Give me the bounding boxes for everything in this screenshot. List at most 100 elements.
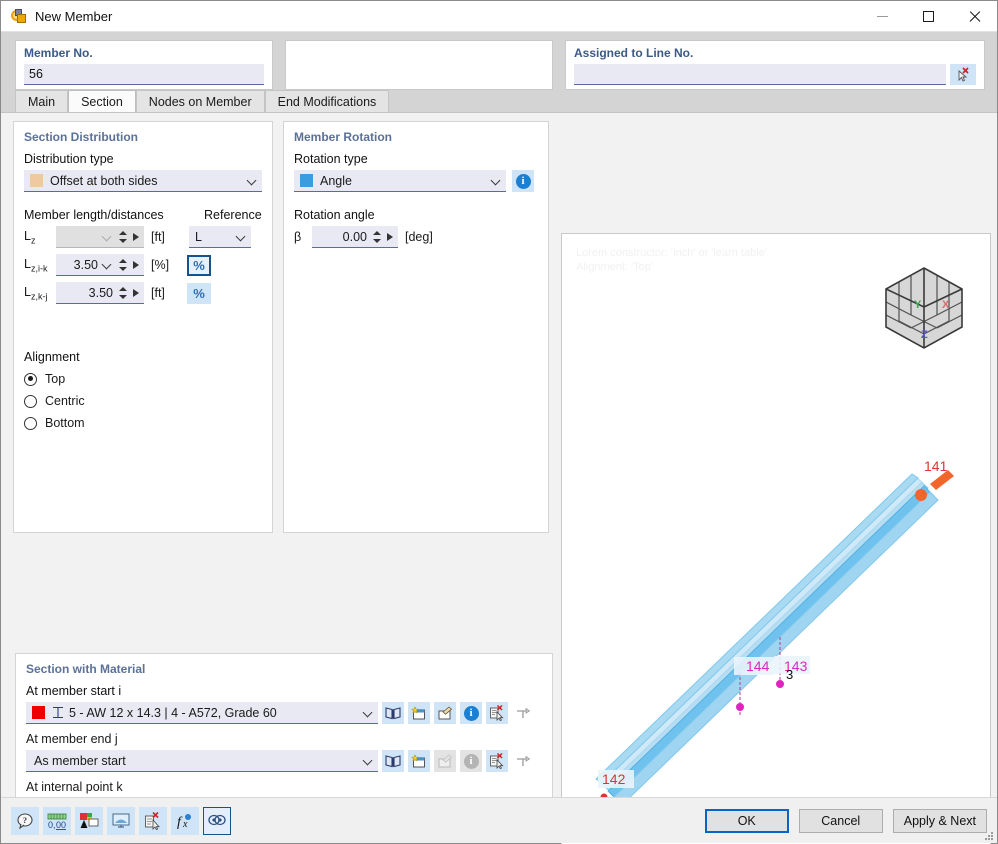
- length-row-lz-input[interactable]: [56, 226, 144, 248]
- help-icon: ?: [16, 812, 34, 830]
- new-section-button-end[interactable]: [408, 750, 430, 772]
- footer-tools: ? 0, 00: [11, 807, 231, 835]
- view-button[interactable]: [107, 807, 135, 835]
- new-member-dialog: New Member Member No. Assigned to Line N…: [0, 0, 998, 844]
- play-icon[interactable]: [130, 228, 142, 246]
- resize-grip[interactable]: [984, 831, 994, 841]
- pick-section-icon: [489, 753, 505, 769]
- close-icon: [968, 10, 981, 23]
- help-button[interactable]: ?: [11, 807, 39, 835]
- length-row-lz-unit: [ft]: [151, 230, 187, 244]
- member-start-combo[interactable]: 5 - AW 12 x 14.3 | 4 - A572, Grade 60: [26, 702, 378, 724]
- member-end-row: As member start: [26, 750, 542, 772]
- section-tool-button-end[interactable]: [512, 750, 534, 772]
- 3d-viewport[interactable]: Lorem constructor: ‘inch’ or 'learn tabl…: [561, 233, 991, 844]
- section-library-button-end[interactable]: [382, 750, 404, 772]
- length-row-lzik-input[interactable]: 3.50: [56, 254, 144, 276]
- close-button[interactable]: [951, 1, 997, 32]
- tab-nodes-on-member[interactable]: Nodes on Member: [136, 90, 265, 112]
- section-tool-icon: [515, 706, 531, 720]
- tab-section[interactable]: Section: [68, 90, 136, 112]
- cancel-button[interactable]: Cancel: [799, 809, 883, 833]
- length-row-lzkj-label: Lz,k-j: [24, 285, 56, 302]
- spinner-icon[interactable]: [116, 284, 129, 302]
- pick-line-button[interactable]: [950, 64, 976, 85]
- section-info-button-end[interactable]: i: [460, 750, 482, 772]
- maximize-icon: [923, 11, 934, 22]
- spinner-icon[interactable]: [116, 256, 129, 274]
- reference-combo[interactable]: L: [189, 226, 251, 248]
- edit-section-icon: [437, 706, 453, 721]
- assigned-line-input[interactable]: [574, 64, 946, 85]
- section-distribution-title: Section Distribution: [24, 130, 262, 144]
- apply-next-button[interactable]: Apply & Next: [893, 809, 987, 833]
- spinner-icon[interactable]: [116, 228, 129, 246]
- length-row-lzkj-value: 3.50: [61, 286, 113, 300]
- distribution-type-combo[interactable]: Offset at both sides: [24, 170, 262, 192]
- library-icon: [385, 754, 401, 768]
- member-no-input[interactable]: [24, 64, 264, 85]
- member-beam: [596, 474, 938, 805]
- rotation-angle-value: 0.00: [317, 230, 367, 244]
- window-controls: [859, 1, 997, 32]
- info-icon: i: [516, 174, 531, 189]
- rotation-type-combo[interactable]: Angle: [294, 170, 506, 192]
- member-end-value: As member start: [32, 754, 359, 768]
- distribution-type-color-swatch: [30, 174, 43, 187]
- info-icon: i: [464, 706, 479, 721]
- section-library-button-start[interactable]: [382, 702, 404, 724]
- pick-section-button-end[interactable]: [486, 750, 508, 772]
- percent-toggle-lzik[interactable]: %: [187, 255, 211, 276]
- member-start-label: At member start i: [26, 684, 542, 698]
- tab-bar: Main Section Nodes on Member End Modific…: [1, 90, 997, 112]
- play-icon[interactable]: [130, 284, 142, 302]
- edit-section-button-end[interactable]: [434, 750, 456, 772]
- section-tool-button-start[interactable]: [512, 702, 534, 724]
- new-section-icon: [411, 706, 427, 721]
- view-icon: [111, 812, 131, 830]
- member-end-combo[interactable]: As member start: [26, 750, 378, 772]
- distribution-type-label: Distribution type: [24, 152, 262, 166]
- rotation-angle-input[interactable]: 0.00: [312, 226, 398, 248]
- tab-main[interactable]: Main: [15, 90, 68, 112]
- maximize-button[interactable]: [905, 1, 951, 32]
- pick-section-button-start[interactable]: [486, 702, 508, 724]
- length-row-lzkj-input[interactable]: 3.50: [56, 282, 144, 304]
- alignment-option-top[interactable]: Top: [24, 368, 262, 390]
- ok-button[interactable]: OK: [705, 809, 789, 833]
- node-144-marker: [736, 703, 744, 711]
- decimal-places-button[interactable]: 0, 00: [43, 807, 71, 835]
- alignment-option-top-label: Top: [45, 372, 65, 386]
- member-label-3: 3: [786, 667, 793, 682]
- dialog-body: Section Distribution Distribution type O…: [1, 112, 997, 802]
- visibility-button[interactable]: [203, 807, 231, 835]
- spinner-icon[interactable]: [370, 228, 383, 246]
- formula-button[interactable]: f x: [171, 807, 199, 835]
- comment-button[interactable]: [139, 807, 167, 835]
- minimize-button[interactable]: [859, 1, 905, 32]
- tab-end-modifications[interactable]: End Modifications: [265, 90, 390, 112]
- beta-symbol: β: [294, 230, 312, 244]
- edit-section-icon: [437, 754, 453, 769]
- info-icon: i: [464, 754, 479, 769]
- length-row-lz-sub: z: [31, 235, 36, 245]
- play-icon[interactable]: [130, 256, 142, 274]
- display-properties-button[interactable]: [75, 807, 103, 835]
- chevron-down-icon: [363, 755, 374, 766]
- play-icon[interactable]: [384, 228, 396, 246]
- member-lengths-label: Member length/distances: [24, 208, 204, 222]
- new-section-button-start[interactable]: [408, 702, 430, 724]
- radio-icon: [24, 373, 37, 386]
- member-rotation-group: Member Rotation Rotation type Angle i Ro…: [283, 121, 549, 533]
- rotation-info-button[interactable]: i: [512, 170, 534, 192]
- edit-section-button-start[interactable]: [434, 702, 456, 724]
- rotation-angle-unit: [deg]: [405, 230, 441, 244]
- alignment-option-bottom[interactable]: Bottom: [24, 412, 262, 434]
- section-info-button-start[interactable]: i: [460, 702, 482, 724]
- library-icon: [385, 706, 401, 720]
- rotation-angle-label: Rotation angle: [294, 208, 538, 222]
- length-row-lz: Lz [ft] L: [24, 226, 262, 248]
- alignment-option-centric[interactable]: Centric: [24, 390, 262, 412]
- percent-toggle-lzkj[interactable]: %: [187, 283, 211, 304]
- radio-icon: [24, 417, 37, 430]
